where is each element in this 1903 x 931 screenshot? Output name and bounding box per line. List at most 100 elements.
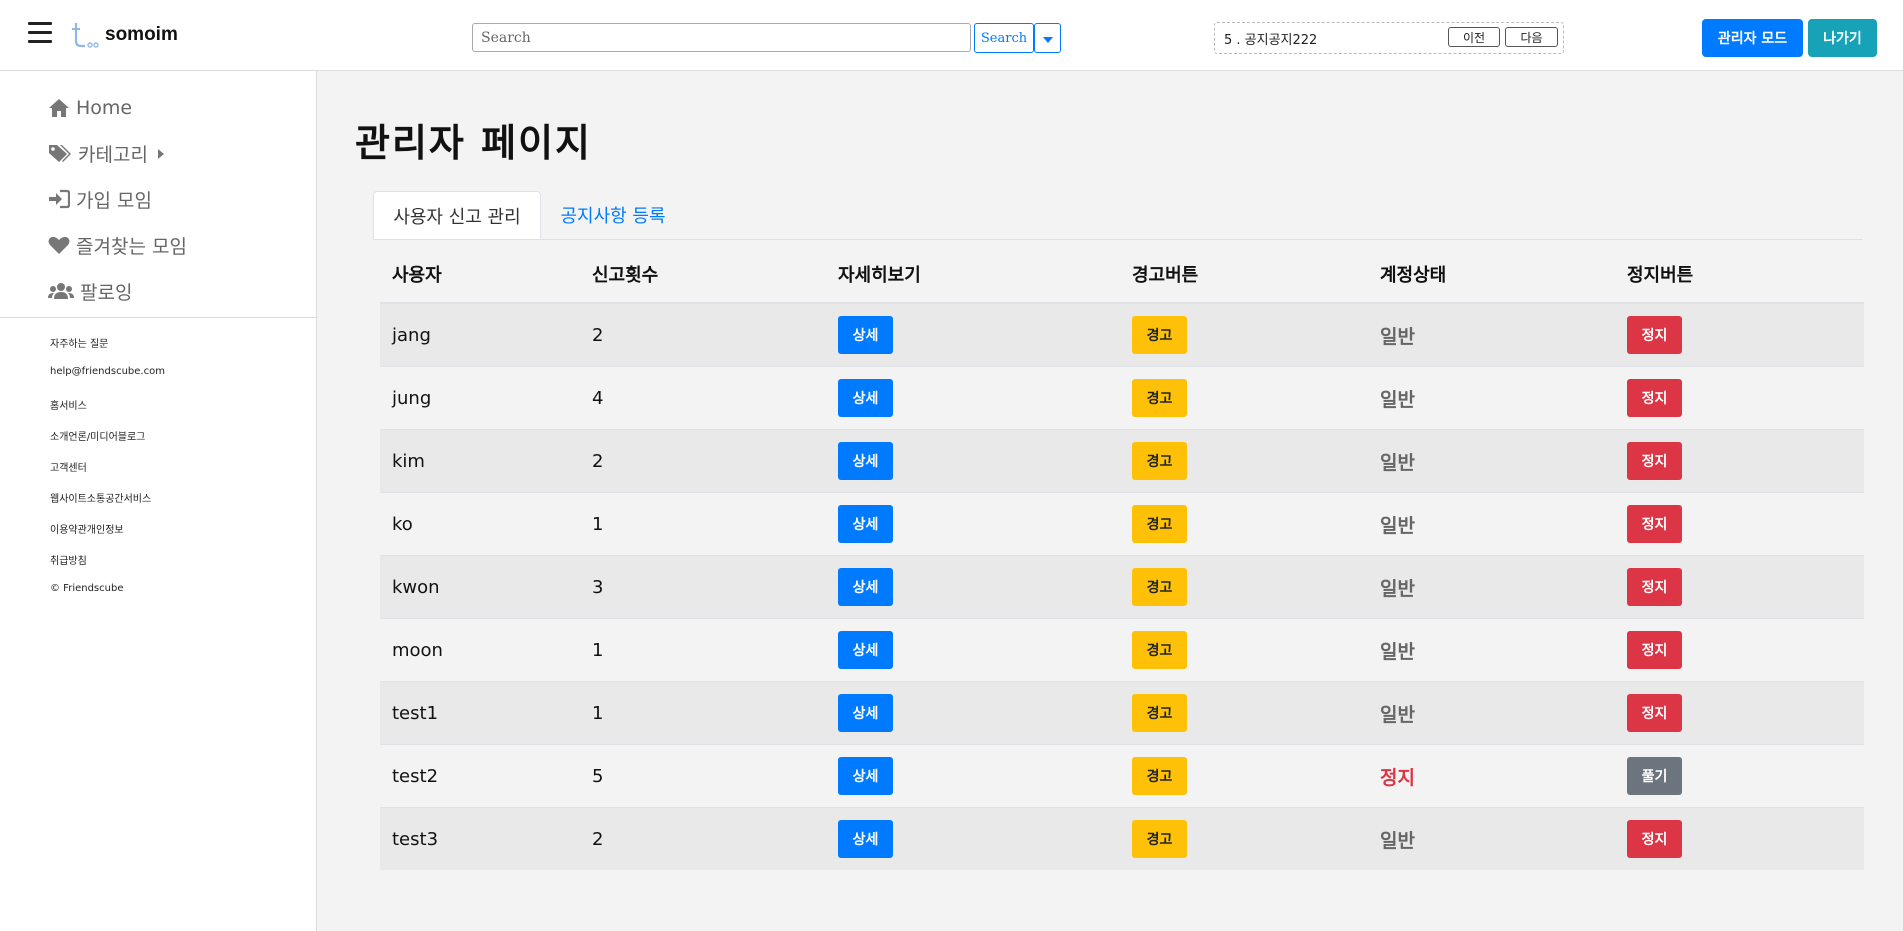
suspend-button[interactable]: 정지	[1627, 379, 1682, 417]
suspend-button[interactable]: 정지	[1627, 694, 1682, 732]
search-dropdown-button[interactable]	[1034, 23, 1061, 53]
status-cell: 일반	[1368, 429, 1615, 493]
detail-button[interactable]: 상세	[838, 757, 893, 795]
sidebar-item-favorites[interactable]: 즐겨찾는 모임	[48, 230, 187, 260]
top-navbar: somoim Search 5 . 공지공지222 이전 다음 관리자 모드 나…	[0, 0, 1903, 71]
detail-cell: 상세	[826, 681, 1120, 745]
warn-button[interactable]: 경고	[1132, 757, 1187, 795]
sidebar-item-following[interactable]: 팔로잉	[48, 276, 132, 306]
warn-cell: 경고	[1120, 492, 1368, 556]
suspend-cell: 풀기	[1615, 744, 1864, 808]
logo-icon[interactable]	[70, 21, 100, 49]
logo-text[interactable]: somoim	[105, 24, 178, 46]
hamburger-menu-icon[interactable]	[28, 22, 52, 44]
suspend-cell: 정지	[1615, 302, 1864, 367]
sidebar-item-category[interactable]: 카테고리	[48, 138, 164, 168]
warn-button[interactable]: 경고	[1132, 631, 1187, 669]
user-cell: ko	[380, 492, 580, 556]
warn-button[interactable]: 경고	[1132, 505, 1187, 543]
account-status: 일반	[1380, 577, 1415, 600]
detail-cell: 상세	[826, 492, 1120, 556]
suspend-button[interactable]: 정지	[1627, 505, 1682, 543]
suspend-button[interactable]: 정지	[1627, 820, 1682, 858]
notice-next-button[interactable]: 다음	[1505, 27, 1558, 47]
report-count: 5	[592, 765, 604, 787]
tags-icon	[49, 145, 71, 162]
account-status: 일반	[1380, 451, 1415, 474]
warn-button[interactable]: 경고	[1132, 820, 1187, 858]
username: jang	[392, 324, 431, 346]
admin-mode-button[interactable]: 관리자 모드	[1702, 19, 1803, 57]
account-status: 일반	[1380, 640, 1415, 663]
notice-text[interactable]: 5 . 공지공지222	[1224, 29, 1317, 48]
suspend-button[interactable]: 정지	[1627, 568, 1682, 606]
warn-button[interactable]: 경고	[1132, 442, 1187, 480]
user-cell: test3	[380, 807, 580, 870]
detail-button[interactable]: 상세	[838, 505, 893, 543]
footer-link-community[interactable]: 웹사이트소통공간서비스	[50, 490, 151, 505]
tab-notice-register[interactable]: 공지사항 등록	[541, 191, 685, 239]
account-status: 정지	[1380, 766, 1415, 789]
footer-link-privacy[interactable]: 취급방침	[50, 552, 87, 567]
footer-link-terms[interactable]: 이용약관개인정보	[50, 521, 124, 536]
detail-button[interactable]: 상세	[838, 316, 893, 354]
report-count-cell: 3	[580, 555, 826, 619]
warn-button[interactable]: 경고	[1132, 316, 1187, 354]
detail-button[interactable]: 상세	[838, 379, 893, 417]
footer-link-faq[interactable]: 자주하는 질문	[50, 335, 108, 350]
suspend-button[interactable]: 정지	[1627, 316, 1682, 354]
warn-cell: 경고	[1120, 366, 1368, 430]
table-row: kwon 3 상세 경고 일반 정지	[380, 555, 1864, 619]
footer-link-home-service[interactable]: 홈서비스	[50, 397, 87, 412]
footer-link-email[interactable]: help@friendscube.com	[50, 366, 165, 377]
detail-cell: 상세	[826, 429, 1120, 493]
username: ko	[392, 513, 413, 535]
report-count: 2	[592, 324, 604, 346]
column-header-user: 사용자	[380, 246, 580, 304]
status-cell: 일반	[1368, 681, 1615, 745]
column-header-detail: 자세히보기	[826, 246, 1120, 304]
username: test3	[392, 828, 439, 850]
sidebar-item-home[interactable]: Home	[48, 93, 132, 123]
detail-button[interactable]: 상세	[838, 631, 893, 669]
home-icon	[49, 99, 69, 117]
warn-button[interactable]: 경고	[1132, 694, 1187, 732]
report-count: 3	[592, 576, 604, 598]
search-input[interactable]	[472, 23, 971, 52]
tab-user-reports[interactable]: 사용자 신고 관리	[373, 191, 541, 239]
sidebar: Home 카테고리 가입 모임 즐겨찾는 모임 팔로잉 자주하는 질문 help…	[0, 71, 317, 931]
report-count-cell: 1	[580, 681, 826, 745]
warn-button[interactable]: 경고	[1132, 379, 1187, 417]
sidebar-item-joined-groups[interactable]: 가입 모임	[48, 184, 152, 214]
account-status: 일반	[1380, 829, 1415, 852]
sign-in-icon	[49, 189, 70, 209]
search-button[interactable]: Search	[974, 23, 1034, 53]
table-row: test3 2 상세 경고 일반 정지	[380, 807, 1864, 870]
release-button[interactable]: 풀기	[1627, 757, 1682, 795]
detail-cell: 상세	[826, 366, 1120, 430]
report-count: 4	[592, 387, 604, 409]
report-count: 2	[592, 828, 604, 850]
table-row: jang 2 상세 경고 일반 정지	[380, 302, 1864, 367]
suspend-button[interactable]: 정지	[1627, 631, 1682, 669]
report-count: 2	[592, 450, 604, 472]
suspend-cell: 정지	[1615, 555, 1864, 619]
warn-cell: 경고	[1120, 681, 1368, 745]
detail-button[interactable]: 상세	[838, 568, 893, 606]
account-status: 일반	[1380, 514, 1415, 537]
footer-link-press[interactable]: 소개언론/미디어블로그	[50, 428, 145, 443]
detail-cell: 상세	[826, 744, 1120, 808]
detail-button[interactable]: 상세	[838, 820, 893, 858]
footer-link-support[interactable]: 고객센터	[50, 459, 87, 474]
detail-button[interactable]: 상세	[838, 694, 893, 732]
page-title: 관리자 페이지	[355, 121, 592, 165]
exit-button[interactable]: 나가기	[1808, 19, 1877, 57]
warn-button[interactable]: 경고	[1132, 568, 1187, 606]
notice-prev-button[interactable]: 이전	[1448, 27, 1500, 47]
report-count: 1	[592, 513, 604, 535]
suspend-cell: 정지	[1615, 618, 1864, 682]
suspend-button[interactable]: 정지	[1627, 442, 1682, 480]
detail-button[interactable]: 상세	[838, 442, 893, 480]
column-header-warn: 경고버튼	[1120, 246, 1368, 304]
tabs-divider	[373, 239, 1863, 240]
